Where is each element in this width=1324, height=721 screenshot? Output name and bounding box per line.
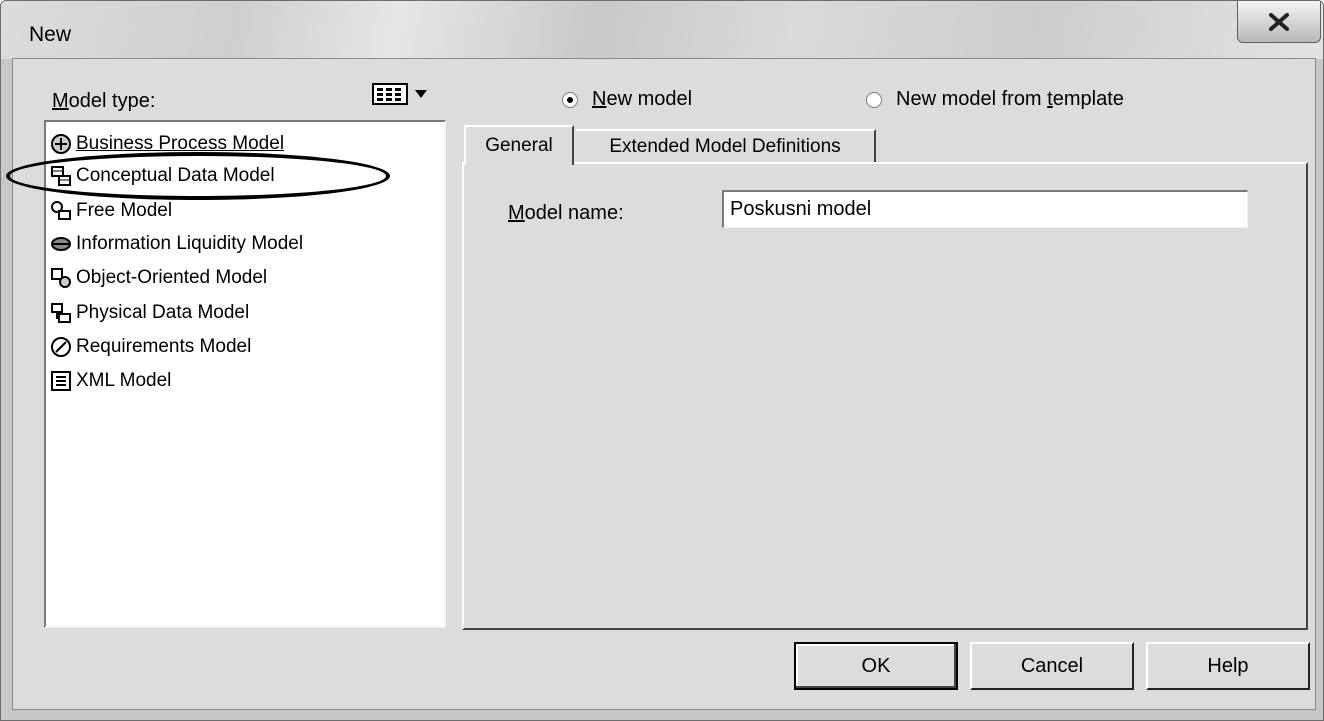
free-model-icon <box>50 200 72 222</box>
list-item-object-oriented-model[interactable]: Object-Oriented Model <box>50 263 267 293</box>
list-item-xml-model[interactable]: XML Model <box>50 366 171 396</box>
list-item-free-model[interactable]: Free Model <box>50 196 172 226</box>
list-item-business-process-model[interactable]: Business Process Model <box>50 129 284 159</box>
radio-from-template-indicator[interactable] <box>866 91 882 108</box>
close-icon <box>1269 12 1289 31</box>
radio-new-model-indicator[interactable] <box>562 91 578 108</box>
model-type-label: Model type: <box>52 90 156 112</box>
radio-new-model[interactable]: New model <box>562 88 692 111</box>
view-mode-dropdown[interactable] <box>372 82 432 106</box>
tab-general[interactable]: General <box>464 125 574 165</box>
help-button[interactable]: Help <box>1146 642 1310 690</box>
window-title: New <box>29 23 72 46</box>
title-bar[interactable]: New <box>1 1 1323 59</box>
tab-extended-model-definitions[interactable]: Extended Model Definitions <box>576 129 876 163</box>
list-item-physical-data-model[interactable]: Physical Data Model <box>50 298 249 328</box>
requirements-icon <box>50 336 72 358</box>
radio-new-model-from-template[interactable]: New model from template <box>866 88 1124 111</box>
close-button[interactable] <box>1237 1 1321 43</box>
object-oriented-icon <box>50 267 72 289</box>
general-tab-panel <box>462 162 1308 630</box>
physical-data-icon <box>50 302 72 324</box>
xml-model-icon <box>50 370 72 392</box>
list-view-icon <box>372 83 408 105</box>
chevron-down-icon <box>415 90 427 98</box>
list-item-information-liquidity-model[interactable]: Information Liquidity Model <box>50 229 303 259</box>
cancel-button[interactable]: Cancel <box>970 642 1134 690</box>
information-liquidity-icon <box>50 233 72 255</box>
conceptual-data-icon <box>50 165 72 187</box>
list-item-requirements-model[interactable]: Requirements Model <box>50 332 251 362</box>
ok-button[interactable]: OK <box>794 642 958 690</box>
model-name-input[interactable] <box>722 190 1248 228</box>
list-item-conceptual-data-model[interactable]: Conceptual Data Model <box>50 161 275 191</box>
business-process-icon <box>50 133 72 155</box>
model-name-label: Model name: <box>508 202 624 224</box>
